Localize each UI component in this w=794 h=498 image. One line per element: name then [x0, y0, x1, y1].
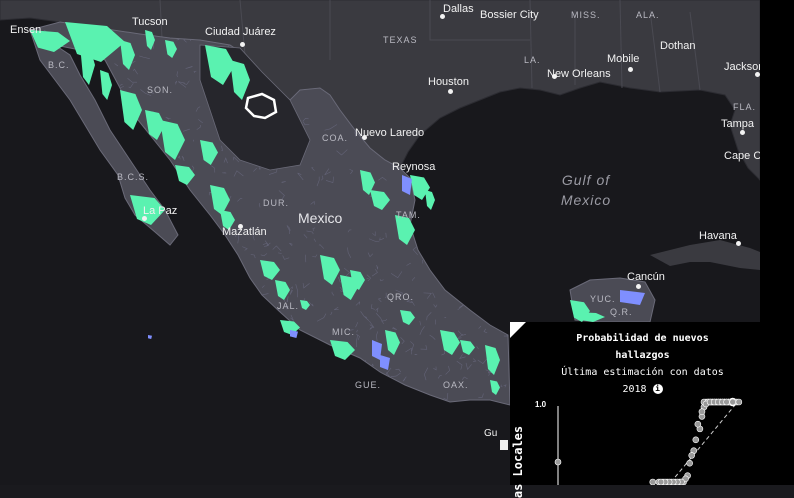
city-label-tucson: Tucson	[132, 16, 168, 28]
scatter-point[interactable]	[694, 420, 702, 428]
scatter-point[interactable]	[729, 398, 736, 406]
sea-label-line2: Mexico	[560, 192, 612, 208]
city-label-dallas: Dallas	[443, 3, 474, 15]
sea-label: Gulf of Mexico	[550, 170, 622, 210]
scatter-point[interactable]	[657, 478, 665, 485]
city-dot-mazatlan	[238, 224, 243, 229]
state-label-son: SON.	[147, 85, 174, 95]
scatter-point[interactable]	[723, 398, 730, 406]
city-label-cancun: Cancún	[627, 271, 665, 283]
map-right-edge	[760, 0, 794, 485]
city-dot-houston	[448, 89, 453, 94]
state-label-oax: OAX.	[443, 380, 469, 390]
scatter-point[interactable]	[686, 459, 693, 467]
scatter-point[interactable]	[692, 436, 700, 444]
scatter-point[interactable]	[688, 452, 695, 459]
scatter-plot[interactable]	[510, 394, 760, 485]
city-dot-nuevo-laredo	[362, 135, 367, 140]
city-dot-new-orleans	[552, 74, 557, 79]
state-label-coa: COA.	[322, 133, 349, 143]
city-label-tampa: Tampa	[721, 118, 755, 130]
state-label-qr: Q.R.	[610, 307, 633, 317]
state-label-qro: QRO.	[387, 292, 415, 302]
city-label-new-orleans: New Orleans	[547, 68, 611, 80]
city-dot-tampa	[740, 130, 745, 135]
city-label-mobile: Mobile	[607, 53, 640, 65]
state-label-tam: TAM.	[396, 210, 421, 220]
panel-title-line1: Probabilidad de nuevos	[576, 333, 709, 344]
state-label-ala: ALA.	[636, 10, 660, 20]
state-label-bc: B.C.	[48, 60, 70, 70]
state-label-miss: MISS.	[571, 10, 601, 20]
city-dot-ciudad-juarez	[240, 42, 245, 47]
city-label-reynosa: Reynosa	[392, 161, 436, 173]
city-label-dothan: Dothan	[660, 40, 696, 52]
city-label-havana: Havana	[699, 230, 737, 242]
scatter-point[interactable]	[735, 398, 743, 406]
state-label-dur: DUR.	[263, 198, 289, 208]
state-label-texas: TEXAS	[383, 35, 418, 45]
probability-panel: Probabilidad de nuevos hallazgos Última …	[510, 322, 760, 498]
city-dot-mobile	[628, 67, 633, 72]
city-label-ensenada: Ensen	[10, 24, 42, 36]
scatter-point[interactable]	[649, 478, 657, 485]
state-label-mic: MIC.	[332, 327, 355, 337]
panel-title-line2: hallazgos	[615, 350, 670, 361]
info-icon[interactable]: i	[652, 384, 663, 394]
city-dot-dallas	[440, 14, 445, 19]
scatter-point[interactable]	[554, 458, 562, 466]
sea-label-line1: Gulf of	[561, 172, 611, 188]
panel-subtitle-line1: Última estimación con datos	[561, 367, 724, 378]
city-label-ciudad-juarez: Ciudad Juárez	[205, 26, 276, 38]
state-label-fla: FLA.	[733, 102, 757, 112]
city-label-la-paz: La Paz	[143, 205, 178, 217]
city-label-mazatlan: Mazatlán	[222, 226, 267, 238]
city-dot-havana	[736, 241, 741, 246]
state-label-gue: GUE.	[355, 380, 382, 390]
country-label: Mexico	[298, 210, 343, 226]
city-dot-cancun	[636, 284, 641, 289]
city-label-bossier: Bossier City	[480, 9, 539, 21]
city-dot-la-paz	[142, 216, 147, 221]
state-label-la: LA.	[524, 55, 541, 65]
map-legend-marker: Gu	[484, 428, 508, 450]
scatter-point[interactable]	[698, 408, 706, 416]
cut-label: Gu	[484, 428, 498, 439]
state-label-yuc: YUC.	[590, 294, 616, 304]
city-label-houston: Houston	[428, 76, 469, 88]
panel-collapse-handle[interactable]	[510, 322, 526, 338]
state-label-bcs: B.C.S.	[117, 172, 150, 182]
state-label-jal: JAL.	[277, 301, 300, 311]
panel-title: Probabilidad de nuevos hallazgos Última …	[530, 330, 755, 398]
